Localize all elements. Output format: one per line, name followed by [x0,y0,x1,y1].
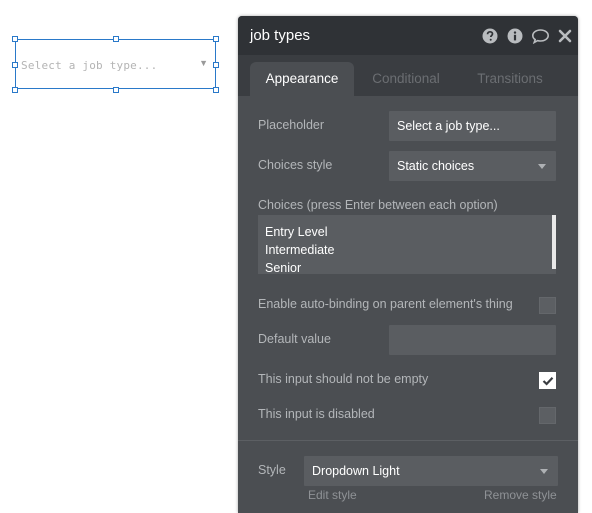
section-divider [238,440,578,441]
comment-icon[interactable] [530,27,550,44]
resize-handle-top-left[interactable] [12,36,18,42]
auto-binding-label: Enable auto-binding on parent element's … [258,297,513,311]
edit-style-link[interactable]: Edit style [308,488,357,502]
help-icon[interactable] [481,27,498,44]
resize-handle-bottom[interactable] [113,87,119,93]
choices-style-value: Static choices [397,159,475,173]
style-value: Dropdown Light [312,464,400,478]
choices-style-label: Choices style [258,158,333,172]
panel-title: job types [250,27,311,44]
checkmark-icon [542,376,553,386]
resize-handle-top-right[interactable] [213,36,219,42]
tab-bar: Appearance Conditional Transitions [238,55,578,96]
style-select[interactable]: Dropdown Light [304,456,558,486]
resize-handle-left[interactable] [12,62,18,68]
default-value-input[interactable] [389,325,556,355]
placeholder-input[interactable]: Select a job type... [389,111,556,141]
choices-scrollbar[interactable] [552,215,556,269]
chevron-down-icon [538,164,546,169]
tab-appearance[interactable]: Appearance [250,62,354,96]
choices-textarea[interactable]: Entry Level Intermediate Senior [258,215,556,274]
not-empty-label: This input should not be empty [258,372,429,386]
info-icon[interactable] [506,27,523,44]
choice-item: Senior [265,261,302,274]
choices-style-select[interactable]: Static choices [389,151,556,181]
choice-item: Intermediate [265,243,335,257]
dropdown-placeholder-text: Select a job type... [21,59,158,72]
property-editor-panel: job types Appearance Conditional Transit… [238,16,578,513]
remove-style-link[interactable]: Remove style [484,488,557,502]
placeholder-label: Placeholder [258,118,325,132]
panel-header[interactable]: job types [238,16,578,55]
chevron-down-icon [540,469,548,474]
resize-handle-right[interactable] [213,62,219,68]
dropdown-arrow-icon: ▼ [199,58,208,68]
not-empty-checkbox[interactable] [539,372,556,389]
disabled-label: This input is disabled [258,407,375,421]
close-icon[interactable] [556,27,573,44]
tab-conditional[interactable]: Conditional [356,62,456,96]
tab-transitions[interactable]: Transitions [460,62,560,96]
canvas-dropdown-element[interactable]: Select a job type... ▼ [15,39,216,89]
choice-item: Entry Level [265,225,328,239]
resize-handle-bottom-right[interactable] [213,87,219,93]
disabled-checkbox[interactable] [539,407,556,424]
default-value-label: Default value [258,332,331,346]
auto-binding-checkbox[interactable] [539,297,556,314]
choices-label: Choices (press Enter between each option… [258,198,498,212]
style-label: Style [258,463,286,477]
resize-handle-top[interactable] [113,36,119,42]
resize-handle-bottom-left[interactable] [12,87,18,93]
